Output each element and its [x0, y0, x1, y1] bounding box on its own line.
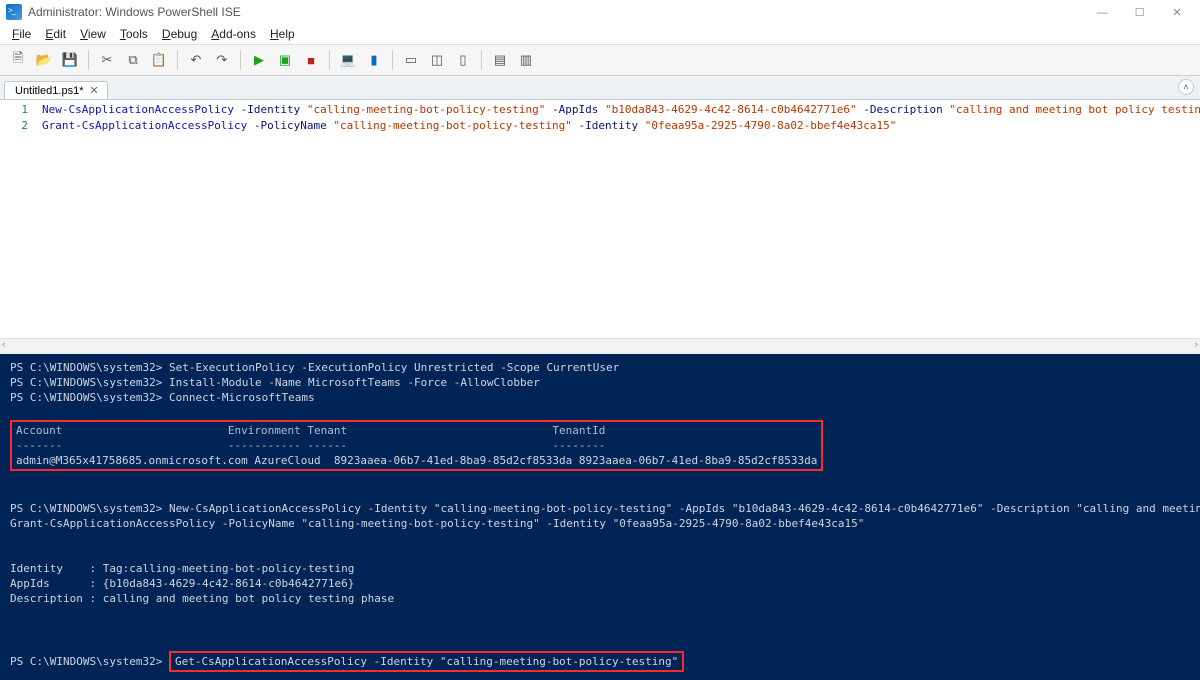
- separator: [329, 50, 330, 70]
- highlight-box-account: Account Environment Tenant TenantId ----…: [10, 420, 823, 471]
- toolbar: 🗎 📂 💾 ✂ ⧉ 📋 ↶ ↷ ▶ ▣ ■ 💻 ▮ ▭ ◫ ▯ ▤ ▥: [0, 44, 1200, 76]
- redo-icon[interactable]: ↷: [210, 48, 234, 72]
- table-row: admin@M365x41758685.onmicrosoft.com Azur…: [16, 454, 817, 467]
- highlight-box-getcmd: Get-CsApplicationAccessPolicy -Identity …: [169, 651, 684, 672]
- string: "b10da843-4629-4c42-8614-c0b4642771e6": [605, 103, 857, 116]
- layout2-icon[interactable]: ◫: [425, 48, 449, 72]
- run-icon[interactable]: ▶: [247, 48, 271, 72]
- param: -PolicyName: [254, 119, 327, 132]
- console-pane[interactable]: PS C:\WINDOWS\system32> Set-ExecutionPol…: [0, 354, 1200, 680]
- console-line: Connect-MicrosoftTeams: [169, 391, 315, 404]
- line-number: 1: [0, 102, 28, 118]
- prompt: PS C:\WINDOWS\system32>: [10, 361, 162, 374]
- prompt: PS C:\WINDOWS\system32>: [10, 391, 162, 404]
- show-command-icon[interactable]: ▤: [488, 48, 512, 72]
- output-line: Description : calling and meeting bot po…: [10, 592, 394, 605]
- menu-tools[interactable]: Tools: [114, 27, 154, 41]
- powershell-pane-icon[interactable]: ▮: [362, 48, 386, 72]
- titlebar: Administrator: Windows PowerShell ISE — …: [0, 0, 1200, 24]
- separator: [177, 50, 178, 70]
- param: -Description: [863, 103, 942, 116]
- menu-addons[interactable]: Add-ons: [205, 27, 262, 41]
- param: -AppIds: [552, 103, 598, 116]
- cmdlet: New-CsApplicationAccessPolicy: [42, 103, 234, 116]
- string: "calling and meeting bot policy testing …: [949, 103, 1200, 116]
- table-separator: ------- ----------- ------ --------: [16, 439, 605, 452]
- prompt: PS C:\WINDOWS\system32>: [10, 655, 162, 668]
- menu-view[interactable]: View: [74, 27, 112, 41]
- output-line: Identity : Tag:calling-meeting-bot-polic…: [10, 562, 354, 575]
- menu-edit[interactable]: Edit: [39, 27, 72, 41]
- tab-untitled[interactable]: Untitled1.ps1* ✕: [4, 81, 108, 99]
- console-line: New-CsApplicationAccessPolicy -Identity …: [169, 502, 1200, 515]
- param: -Identity: [578, 119, 638, 132]
- menu-debug[interactable]: Debug: [156, 27, 203, 41]
- cut-icon[interactable]: ✂: [95, 48, 119, 72]
- powershell-icon: [6, 4, 22, 20]
- separator: [392, 50, 393, 70]
- window-controls: — ☐ ✕: [1085, 5, 1194, 19]
- line-number: 2: [0, 118, 28, 134]
- gutter: 1 2: [0, 100, 36, 338]
- string: "calling-meeting-bot-policy-testing": [307, 103, 545, 116]
- tab-close-icon[interactable]: ✕: [90, 84, 99, 97]
- cmdlet: Grant-CsApplicationAccessPolicy: [42, 119, 247, 132]
- layout1-icon[interactable]: ▭: [399, 48, 423, 72]
- collapse-script-pane-icon[interactable]: ˄: [1178, 79, 1194, 95]
- code-area[interactable]: New-CsApplicationAccessPolicy -Identity …: [36, 100, 1200, 338]
- open-file-icon[interactable]: 📂: [32, 48, 56, 72]
- param: -Identity: [241, 103, 301, 116]
- tab-row: Untitled1.ps1* ✕ ˄: [0, 76, 1200, 100]
- output-line: AppIds : {b10da843-4629-4c42-8614-c0b464…: [10, 577, 354, 590]
- console-line: Set-ExecutionPolicy -ExecutionPolicy Unr…: [169, 361, 619, 374]
- maximize-button[interactable]: ☐: [1123, 6, 1157, 19]
- editor-scrollbar[interactable]: ‹›: [0, 338, 1200, 354]
- minimize-button[interactable]: —: [1085, 7, 1119, 19]
- separator: [240, 50, 241, 70]
- string: "calling-meeting-bot-policy-testing": [333, 119, 571, 132]
- prompt: PS C:\WINDOWS\system32>: [10, 502, 162, 515]
- window-title: Administrator: Windows PowerShell ISE: [28, 5, 241, 19]
- string: "0feaa95a-2925-4790-8a02-bbef4e43ca15": [645, 119, 897, 132]
- tab-label: Untitled1.ps1*: [15, 85, 84, 97]
- menubar: File Edit View Tools Debug Add-ons Help: [0, 24, 1200, 44]
- prompt: PS C:\WINDOWS\system32>: [10, 376, 162, 389]
- layout3-icon[interactable]: ▯: [451, 48, 475, 72]
- paste-icon[interactable]: 📋: [147, 48, 171, 72]
- close-button[interactable]: ✕: [1160, 6, 1194, 19]
- console-line: Install-Module -Name MicrosoftTeams -For…: [169, 376, 540, 389]
- new-file-icon[interactable]: 🗎: [6, 48, 30, 72]
- separator: [481, 50, 482, 70]
- console-line: Get-CsApplicationAccessPolicy -Identity …: [175, 655, 678, 668]
- remote-icon[interactable]: 💻: [336, 48, 360, 72]
- undo-icon[interactable]: ↶: [184, 48, 208, 72]
- run-selection-icon[interactable]: ▣: [273, 48, 297, 72]
- save-icon[interactable]: 💾: [58, 48, 82, 72]
- console-line: Grant-CsApplicationAccessPolicy -PolicyN…: [10, 517, 864, 530]
- separator: [88, 50, 89, 70]
- script-editor[interactable]: 1 2 New-CsApplicationAccessPolicy -Ident…: [0, 100, 1200, 338]
- menu-file[interactable]: File: [6, 27, 37, 41]
- stop-icon[interactable]: ■: [299, 48, 323, 72]
- table-header: Account Environment Tenant TenantId: [16, 424, 605, 437]
- show-command-addon-icon[interactable]: ▥: [514, 48, 538, 72]
- copy-icon[interactable]: ⧉: [121, 48, 145, 72]
- menu-help[interactable]: Help: [264, 27, 301, 41]
